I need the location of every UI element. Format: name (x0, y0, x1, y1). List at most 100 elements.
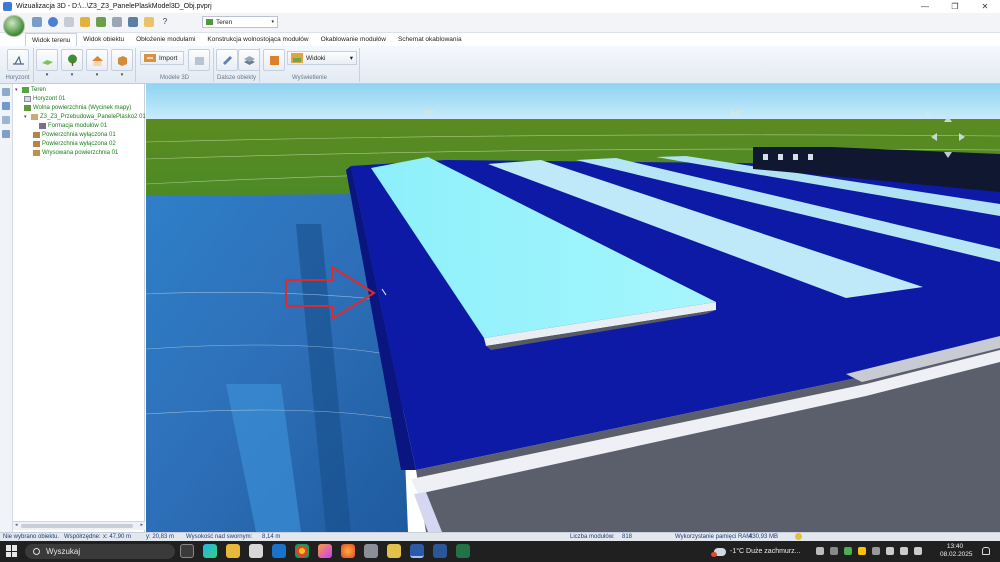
module-node-icon (39, 122, 46, 129)
tree-node-drawn-surface[interactable]: Wrysowana powierzchnia 01 (33, 148, 118, 157)
tree-node-horizon[interactable]: Horyzont 01 (24, 94, 65, 103)
firefox-icon[interactable] (341, 544, 355, 558)
tree-view-icon[interactable] (2, 102, 10, 110)
word-icon[interactable] (433, 544, 447, 558)
system-tray (816, 547, 922, 555)
display-box-button[interactable] (263, 49, 285, 71)
views-label: Widoki (306, 54, 326, 62)
close-button[interactable]: ✕ (970, 0, 1000, 13)
tab-widok-terenu[interactable]: Widok terenu (25, 33, 78, 46)
tray-app-icon[interactable] (872, 547, 880, 555)
group-horizon: Horyzont (2, 48, 34, 82)
calculator-icon[interactable] (249, 544, 263, 558)
status-selection: Nie wybrano obiektu. (3, 534, 60, 540)
tab-schemat-okablowania[interactable]: Schemat okablowania (392, 33, 468, 46)
task-view-icon[interactable] (180, 544, 194, 558)
edge-icon[interactable] (203, 544, 217, 558)
models-group-label: Modele 3D (159, 75, 189, 81)
tree-node-building[interactable]: ▾ Z3_Z3_Przebudowa_PanelePlasko2 01 (24, 112, 146, 121)
chrome-icon[interactable] (295, 544, 309, 558)
tab-konstrukcja-wolnostojaca[interactable]: Konstrukcja wolnostojąca modułów (201, 33, 314, 46)
volume-icon[interactable] (900, 547, 908, 555)
tab-okablowanie-modulow[interactable]: Okablowanie modułów (315, 33, 392, 46)
group-display: Widoki ▾ Wyświetlenie (260, 48, 360, 82)
horizon-label: Horyzont (5, 75, 30, 81)
clock-date: 08.02.2025 (940, 551, 973, 558)
expand-icon[interactable]: ▾ (24, 114, 29, 120)
angle-label-60: 60° (730, 109, 745, 118)
outlook-icon[interactable] (272, 544, 286, 558)
chevron-down-icon[interactable]: ▾ (37, 72, 57, 78)
help-icon[interactable]: ? (160, 17, 170, 27)
cube-button[interactable]: ▾ (111, 49, 133, 78)
folder-icon[interactable] (144, 17, 154, 27)
tree-node-free-surface[interactable]: Wolna powierzchnia (Wycinek mapy) (24, 103, 131, 112)
tree-node-teren[interactable]: ▾ Teren (15, 85, 46, 94)
app-window: Wizualizacja 3D - D:\...\Z3_Z3_PanelePla… (0, 0, 1000, 562)
open-folder-icon[interactable] (80, 17, 90, 27)
north-indicator[interactable]: N (926, 112, 931, 119)
pvsol-icon[interactable] (410, 544, 424, 558)
tray-app-icon[interactable] (830, 547, 838, 555)
horizon-button[interactable] (7, 49, 29, 71)
tray-app-icon[interactable] (816, 547, 824, 555)
tab-oblozenie-modulami[interactable]: Obłożenie modułami (130, 33, 201, 46)
surface-button[interactable]: ▾ (36, 49, 58, 78)
tray-app-icon[interactable] (858, 547, 866, 555)
chevron-down-icon[interactable]: ▾ (62, 72, 82, 78)
status-ram-value: 430,93 MB (749, 534, 779, 540)
save-icon[interactable] (96, 17, 106, 27)
notifications-icon[interactable] (982, 547, 990, 555)
model-button[interactable] (188, 49, 210, 71)
weather-widget[interactable]: -1°C Duże zachmurz... (711, 545, 809, 558)
new-file-icon[interactable] (64, 17, 74, 27)
file-explorer-icon[interactable] (226, 544, 240, 558)
object-layers-button[interactable] (238, 49, 260, 71)
3d-viewport[interactable]: 30° 60° N (146, 84, 1000, 532)
app-icon[interactable] (387, 544, 401, 558)
project-tree: ▾ Teren Horyzont 01 Wolna powierzchnia (… (13, 84, 146, 532)
tree-icon (68, 54, 77, 66)
tree-button[interactable]: ▾ (61, 49, 83, 78)
wifi-icon[interactable] (886, 547, 894, 555)
taskbar-search[interactable]: Wyszukaj (25, 544, 175, 559)
tree-horizontal-scrollbar[interactable]: ◂ ▸ (13, 521, 145, 530)
tab-widok-obiektu[interactable]: Widok obiektu (77, 33, 130, 46)
terrain-icon (206, 19, 213, 25)
status-ram-label: Wykorzystanie pamięci RAM: (675, 534, 753, 540)
scroll-right-icon[interactable]: ▸ (140, 522, 143, 528)
group-further-objects: Dalsze obiekty (214, 48, 260, 82)
collapse-panel-icon[interactable] (2, 88, 10, 96)
start-windows-icon[interactable] (6, 545, 18, 557)
list-view-icon[interactable] (2, 116, 10, 124)
expand-icon[interactable]: ▾ (15, 87, 20, 93)
group-models-3d: Import Modele 3D (136, 48, 214, 82)
app-menu-logo-icon[interactable] (3, 15, 25, 37)
window-title: Wizualizacja 3D - D:\...\Z3_Z3_PanelePla… (16, 3, 212, 10)
photos-icon[interactable] (318, 544, 332, 558)
tree-node-excluded-1[interactable]: Powierzchnia wyłączona 01 (33, 130, 116, 139)
chevron-down-icon[interactable]: ▾ (112, 72, 132, 78)
import-button[interactable]: Import (140, 51, 184, 65)
scroll-left-icon[interactable]: ◂ (15, 522, 18, 528)
taskbar-clock[interactable]: 13:40 08.02.2025 (940, 543, 973, 559)
terrain-select[interactable]: Teren ▾ (202, 16, 278, 28)
scroll-thumb[interactable] (21, 524, 133, 528)
tray-app-icon[interactable] (844, 547, 852, 555)
views-dropdown[interactable]: Widoki ▾ (287, 51, 357, 65)
undo-icon[interactable] (32, 17, 42, 27)
object-edit-button[interactable] (216, 49, 238, 71)
house-button[interactable]: ▾ (86, 49, 108, 78)
tool-icon[interactable] (364, 544, 378, 558)
minimize-button[interactable]: — (910, 0, 940, 13)
properties-icon[interactable] (2, 130, 10, 138)
tree-node-module-formation[interactable]: Formacja modułów 01 (39, 121, 107, 130)
excel-icon[interactable] (456, 544, 470, 558)
tree-node-excluded-2[interactable]: Powierzchnia wyłączona 02 (33, 139, 116, 148)
print-icon[interactable] (128, 17, 138, 27)
maximize-button[interactable]: ❐ (940, 0, 970, 13)
info-icon[interactable] (48, 17, 58, 27)
settings-icon[interactable] (112, 17, 122, 27)
chevron-down-icon[interactable]: ▾ (87, 72, 107, 78)
battery-icon[interactable] (914, 547, 922, 555)
